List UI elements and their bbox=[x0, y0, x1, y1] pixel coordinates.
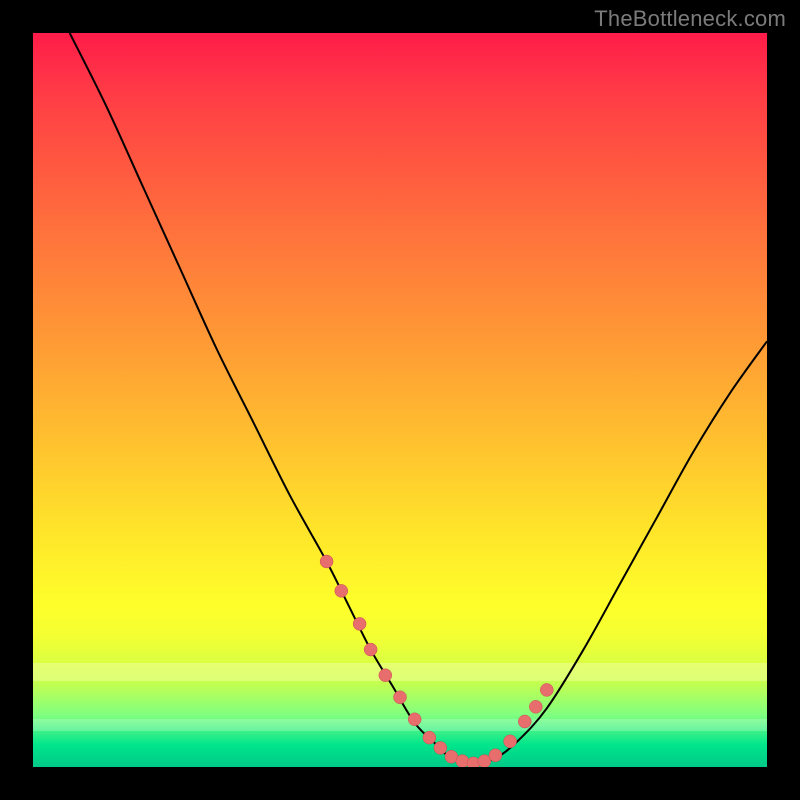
near-zero-dot bbox=[379, 669, 392, 682]
near-zero-dot bbox=[518, 715, 531, 728]
near-zero-dot bbox=[394, 691, 407, 704]
near-zero-dot bbox=[489, 749, 502, 762]
near-zero-dot bbox=[423, 731, 436, 744]
near-zero-dot bbox=[504, 735, 517, 748]
near-zero-dot bbox=[320, 555, 333, 568]
near-zero-dot bbox=[353, 617, 366, 630]
near-zero-dot bbox=[408, 713, 421, 726]
near-zero-dot bbox=[364, 643, 377, 656]
watermark-text: TheBottleneck.com bbox=[594, 6, 786, 32]
near-zero-dot bbox=[540, 683, 553, 696]
bottleneck-curve-svg bbox=[33, 33, 767, 767]
chart-frame: TheBottleneck.com bbox=[0, 0, 800, 800]
bottleneck-curve-line bbox=[70, 33, 767, 763]
near-zero-dot bbox=[335, 584, 348, 597]
near-zero-dot bbox=[529, 700, 542, 713]
near-zero-dot-group bbox=[320, 555, 553, 767]
near-zero-dot bbox=[434, 741, 447, 754]
